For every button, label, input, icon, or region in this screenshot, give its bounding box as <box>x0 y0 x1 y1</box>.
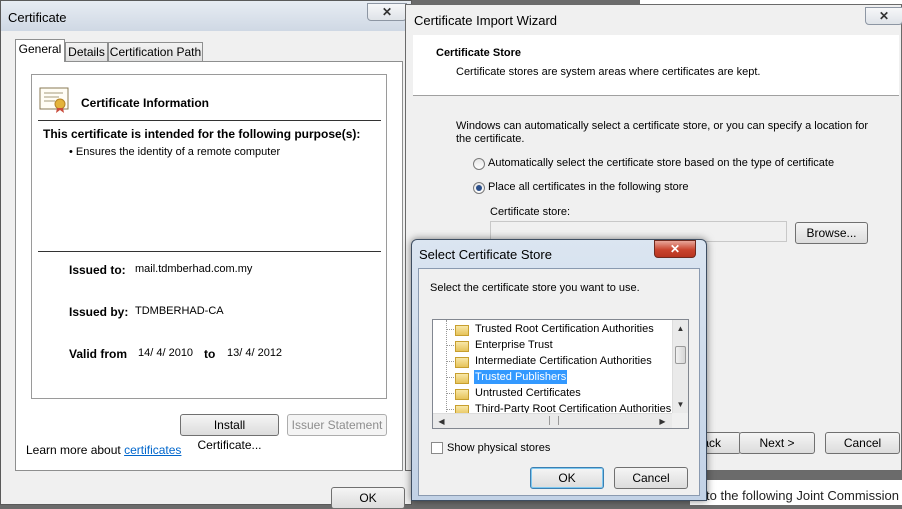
select-store-ok-button[interactable]: OK <box>530 467 604 489</box>
valid-to-label: to <box>204 347 216 361</box>
certificate-store-label: Certificate store: <box>490 206 571 218</box>
wizard-header-panel <box>413 35 899 95</box>
next-button[interactable]: Next > <box>739 432 815 454</box>
valid-to-value: 13/ 4/ 2012 <box>227 347 283 359</box>
certificate-ok-button[interactable]: OK <box>331 487 405 509</box>
tree-horizontal-scrollbar[interactable]: ◀ ▶ <box>433 413 672 428</box>
info-divider-top <box>38 120 381 121</box>
browse-button[interactable]: Browse... <box>795 222 868 244</box>
wizard-description-line1: Windows can automatically select a certi… <box>456 120 869 132</box>
tree-branch <box>446 329 454 330</box>
scrollbar-corner <box>672 413 688 428</box>
certificate-titlebar: Certificate ✕ <box>1 1 411 31</box>
select-store-prompt: Select the certificate store you want to… <box>430 282 640 294</box>
scroll-up-icon[interactable]: ▲ <box>673 321 688 336</box>
select-store-title: Select Certificate Store <box>419 247 552 262</box>
tab-details[interactable]: Details <box>65 42 108 61</box>
tree-branch <box>446 345 454 346</box>
wizard-header-divider <box>413 95 899 96</box>
folder-icon <box>455 389 469 400</box>
scroll-down-icon[interactable]: ▼ <box>673 397 688 412</box>
certificate-info-title: Certificate Information <box>81 96 210 110</box>
tab-certification-path-label: Certification Path <box>109 45 202 59</box>
certificate-window: Certificate ✕ General Details Certificat… <box>0 0 412 509</box>
folder-icon <box>455 357 469 368</box>
wizard-description-line2: the certificate. <box>456 133 525 145</box>
certificate-window-title: Certificate <box>8 10 67 25</box>
tab-certification-path[interactable]: Certification Path <box>108 42 203 61</box>
tree-item-2[interactable]: Intermediate Certification Authorities <box>433 354 673 370</box>
tree-branch <box>446 377 454 378</box>
wizard-heading: Certificate Store <box>436 47 521 59</box>
radio-auto-select[interactable] <box>473 158 485 170</box>
issuer-statement-button: Issuer Statement <box>287 414 387 436</box>
info-divider-bottom <box>38 251 381 252</box>
valid-from-label: Valid from <box>69 347 128 361</box>
learn-more-text: Learn more about certificates <box>26 443 181 457</box>
tab-general[interactable]: General <box>15 39 65 62</box>
install-certificate-button[interactable]: Install Certificate... <box>180 414 279 452</box>
learn-more-prefix: Learn more about <box>26 443 121 457</box>
purpose-heading: This certificate is intended for the fol… <box>43 127 361 141</box>
issued-to-label: Issued to: <box>69 263 126 277</box>
issued-to-value: mail.tdmberhad.com.my <box>135 263 253 275</box>
tree-item-4[interactable]: Untrusted Certificates <box>433 386 673 402</box>
background-document-text: to the following Joint Commission P <box>706 488 902 503</box>
tree-branch <box>446 393 454 394</box>
tree-item-label: Intermediate Certification Authorities <box>475 355 652 367</box>
show-physical-stores-label: Show physical stores <box>447 442 551 454</box>
folder-icon <box>455 341 469 352</box>
wizard-titlebar: Certificate Import Wizard ✕ <box>406 5 902 31</box>
issued-by-label: Issued by: <box>69 305 129 319</box>
tree-item-3[interactable]: Trusted Publishers <box>433 370 673 386</box>
tree-item-0[interactable]: Trusted Root Certification Authorities <box>433 322 673 338</box>
tree-vertical-scrollbar[interactable]: ▲ ▼ <box>672 320 688 413</box>
folder-icon <box>455 325 469 336</box>
scroll-left-icon[interactable]: ◀ <box>434 414 449 428</box>
wizard-subheading: Certificate stores are system areas wher… <box>456 66 761 78</box>
store-tree-view[interactable]: Trusted Root Certification Authorities E… <box>432 319 689 429</box>
certificate-icon <box>39 87 69 113</box>
tree-item-label: Untrusted Certificates <box>475 387 581 399</box>
issued-by-value: TDMBERHAD-CA <box>135 305 224 317</box>
tree-item-label-selected: Trusted Publishers <box>474 370 568 384</box>
tab-details-label: Details <box>68 45 105 59</box>
tree-item-1[interactable]: Enterprise Trust <box>433 338 673 354</box>
select-store-cancel-button[interactable]: Cancel <box>614 467 688 489</box>
certificates-link[interactable]: certificates <box>124 443 181 457</box>
tree-branch <box>446 361 454 362</box>
scroll-right-icon[interactable]: ▶ <box>655 414 670 428</box>
wizard-cancel-button[interactable]: Cancel <box>825 432 900 454</box>
tree-item-label: Enterprise Trust <box>475 339 553 351</box>
radio-place-in-store-label: Place all certificates in the following … <box>488 181 689 193</box>
hscroll-grip <box>549 416 559 425</box>
tree-item-label: Trusted Root Certification Authorities <box>475 323 654 335</box>
tab-general-label: General <box>18 42 62 56</box>
scroll-thumb[interactable] <box>675 346 686 364</box>
select-store-close-button[interactable]: ✕ <box>654 240 696 258</box>
wizard-close-button[interactable]: ✕ <box>865 7 902 25</box>
folder-icon <box>455 373 469 384</box>
tree-branch <box>446 409 454 410</box>
certificate-close-button[interactable]: ✕ <box>367 3 407 21</box>
purpose-item: • Ensures the identity of a remote compu… <box>69 146 281 158</box>
radio-place-in-store[interactable] <box>473 182 485 194</box>
show-physical-stores-checkbox[interactable] <box>431 442 443 454</box>
wizard-window-title: Certificate Import Wizard <box>414 13 558 28</box>
radio-auto-select-label: Automatically select the certificate sto… <box>488 157 835 169</box>
select-store-dialog: Select Certificate Store ✕ Select the ce… <box>411 239 707 501</box>
valid-from-value: 14/ 4/ 2010 <box>138 347 194 359</box>
